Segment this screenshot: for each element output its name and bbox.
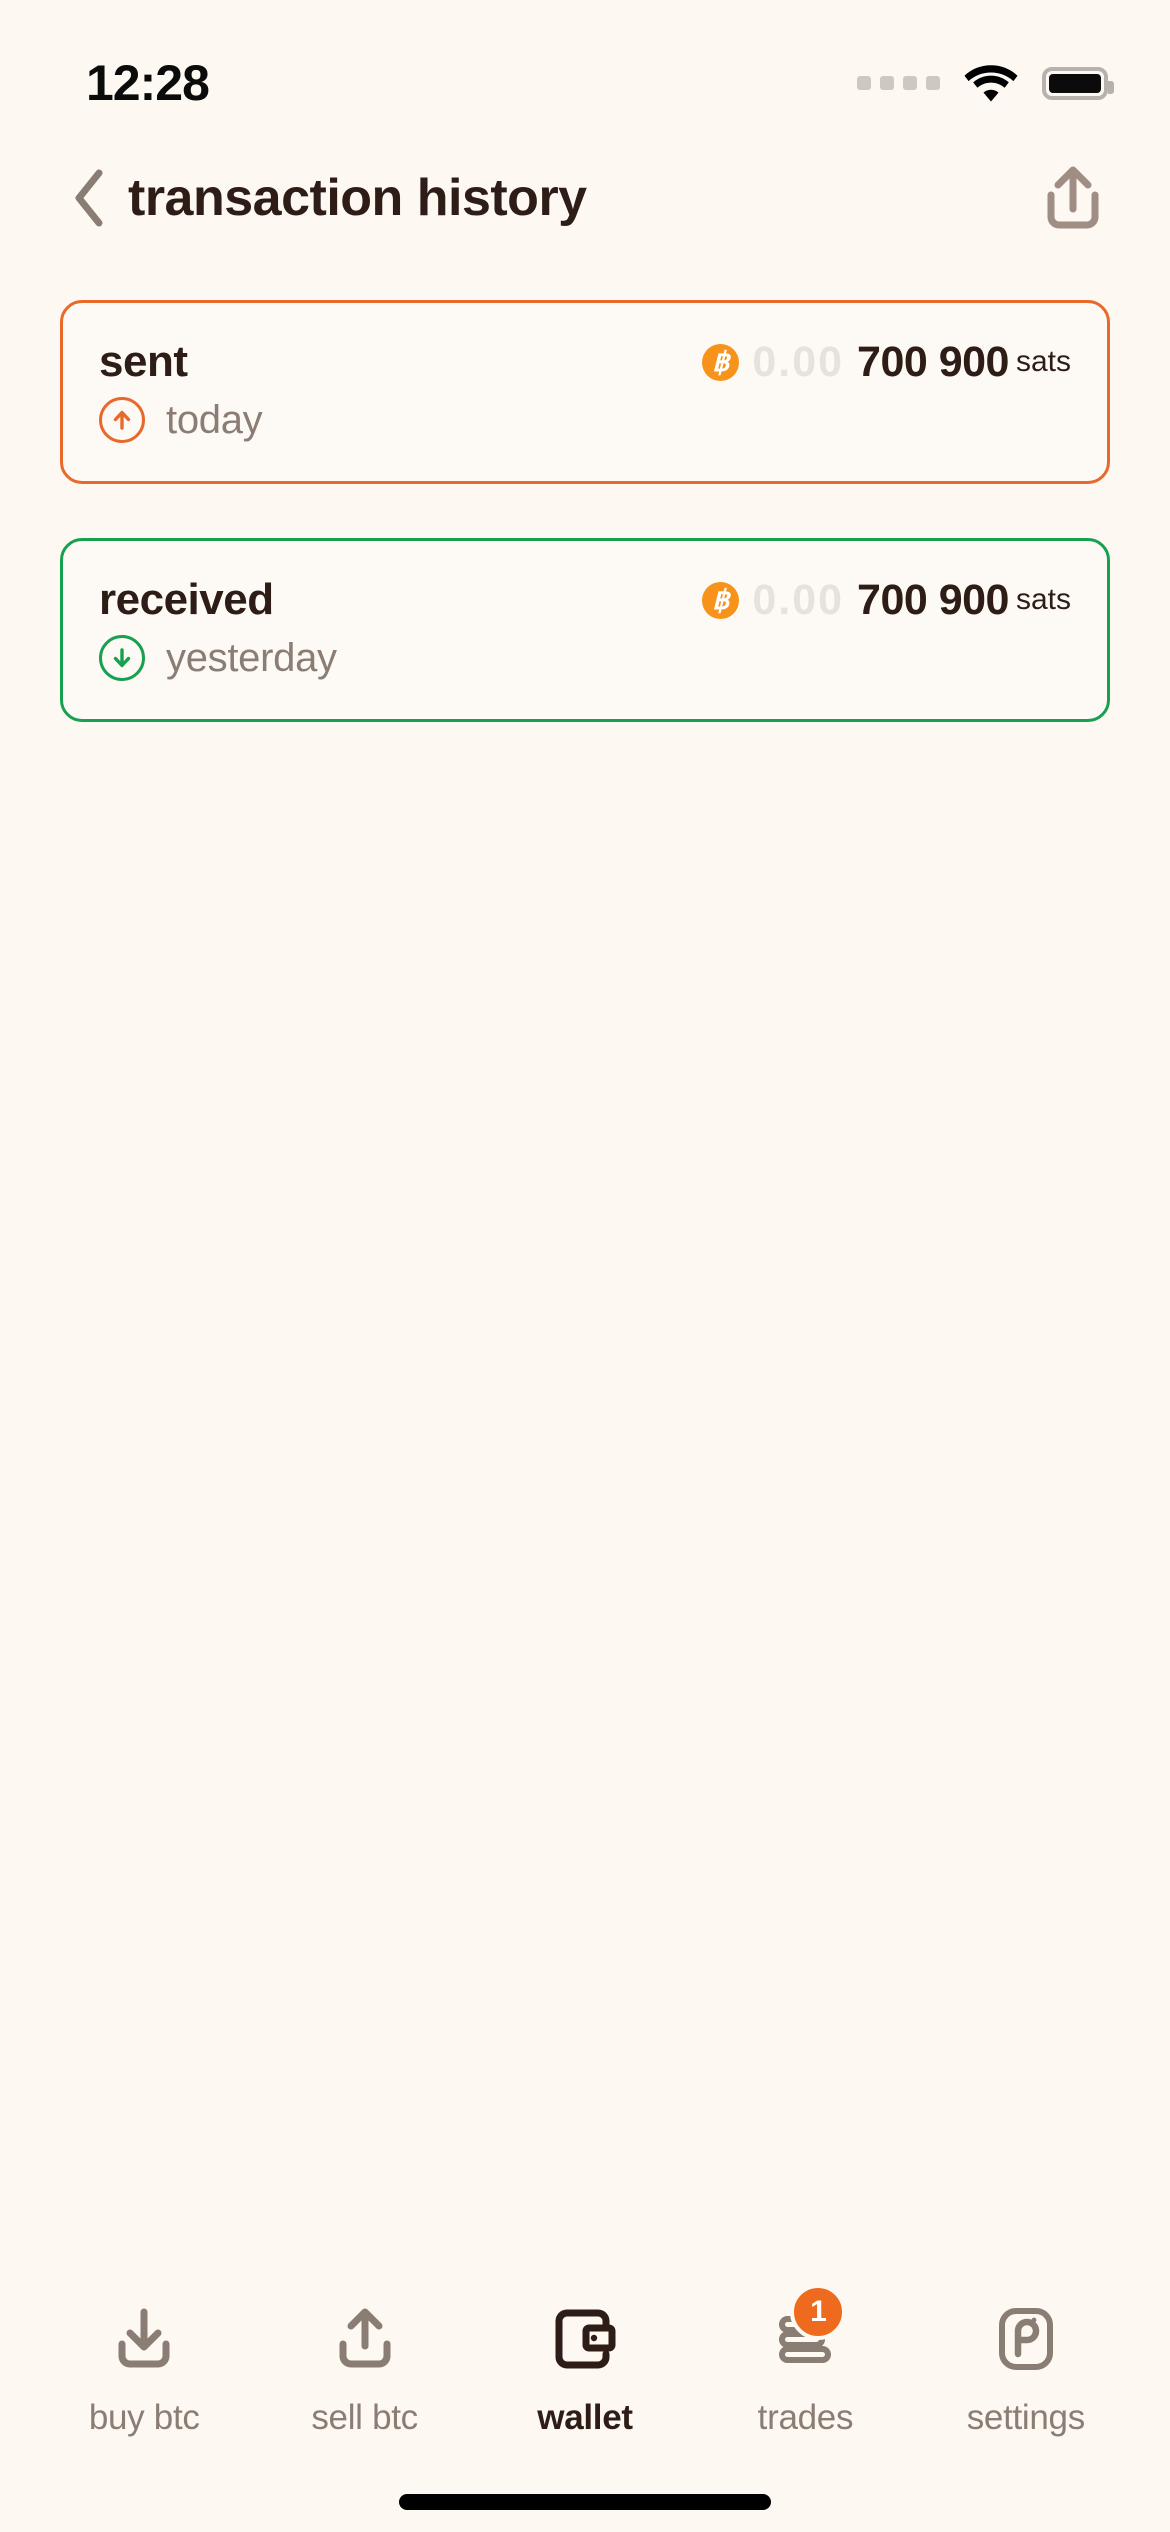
tab-sell-btc[interactable]: sell btc — [254, 2300, 474, 2438]
amount-unit: sats — [1015, 345, 1071, 378]
transaction-summary: sent ฿ 0.00 700 900 sats — [99, 337, 1071, 387]
transaction-amount: ฿ 0.00 700 900 sats — [702, 338, 1071, 387]
wifi-icon — [964, 65, 1018, 102]
tab-label: sell btc — [311, 2398, 418, 2437]
transaction-meta: yesterday — [99, 635, 1071, 681]
tab-label: buy btc — [88, 2398, 200, 2437]
status-bar: 12:28 — [0, 0, 1170, 132]
status-indicators — [857, 63, 1114, 103]
amount-unit: sats — [1015, 583, 1071, 616]
download-tray-icon — [107, 2300, 181, 2378]
tab-label: trades — [757, 2398, 854, 2437]
transaction-meta: today — [99, 397, 1071, 443]
app-screen: 12:28 transaction history sent ฿ 0.00 70… — [0, 0, 1170, 2532]
transaction-type-label: received — [99, 575, 274, 624]
coins-stack-icon: 1 — [768, 2284, 847, 2378]
share-button[interactable] — [1038, 163, 1108, 233]
battery-full-icon — [1042, 66, 1114, 100]
page-header: transaction history — [0, 132, 1170, 242]
home-indicator — [0, 2472, 1170, 2532]
tab-settings[interactable]: settings — [916, 2300, 1136, 2438]
status-clock: 12:28 — [86, 55, 210, 111]
transaction-row-received[interactable]: received ฿ 0.00 700 900 sats yesterday — [60, 538, 1110, 722]
tab-buy-btc[interactable]: buy btc — [34, 2300, 254, 2438]
arrow-down-circle-icon — [99, 635, 145, 681]
amount-value: 700 900 — [857, 337, 1009, 386]
transaction-date: yesterday — [166, 635, 337, 680]
amount-value: 700 900 — [857, 575, 1009, 624]
tab-label: settings — [966, 2398, 1086, 2437]
back-button[interactable] — [60, 163, 118, 233]
bitcoin-coin-icon: ฿ — [702, 581, 740, 619]
signal-dots-icon — [857, 76, 940, 90]
share-upload-icon — [1047, 166, 1099, 229]
wallet-icon — [548, 2300, 622, 2378]
pocket-p-icon — [989, 2300, 1063, 2378]
transaction-list: sent ฿ 0.00 700 900 sats today received … — [0, 242, 1170, 722]
amount-leading-zeros: 0.00 — [752, 575, 845, 624]
upload-tray-icon — [328, 2300, 402, 2378]
bitcoin-coin-icon: ฿ — [702, 343, 740, 381]
tab-wallet[interactable]: wallet — [475, 2300, 695, 2438]
tab-label: wallet — [537, 2398, 633, 2437]
page-title: transaction history — [128, 169, 587, 227]
tab-trades[interactable]: 1 trades — [695, 2284, 915, 2438]
transaction-row-sent[interactable]: sent ฿ 0.00 700 900 sats today — [60, 300, 1110, 484]
chevron-left-icon — [75, 169, 103, 227]
bottom-navigation: buy btc sell btc wallet 1 trades setting… — [0, 2242, 1170, 2472]
transaction-amount: ฿ 0.00 700 900 sats — [702, 576, 1071, 625]
amount-leading-zeros: 0.00 — [752, 337, 845, 386]
transaction-date: today — [166, 397, 263, 442]
arrow-up-circle-icon — [99, 397, 145, 443]
transaction-type-label: sent — [99, 337, 188, 386]
transaction-summary: received ฿ 0.00 700 900 sats — [99, 575, 1071, 625]
